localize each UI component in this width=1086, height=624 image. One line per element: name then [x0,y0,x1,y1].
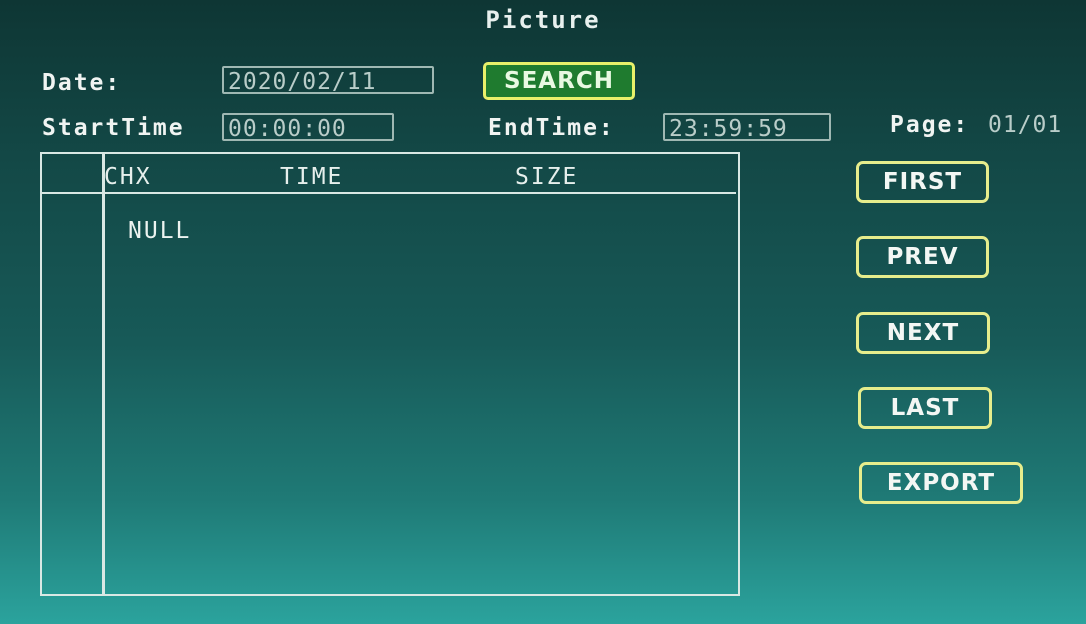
date-field[interactable]: 2020/02/11 [222,66,434,95]
table-column-divider [102,152,105,596]
page-title: Picture [485,6,601,34]
column-header-time: TIME [280,164,344,190]
end-time-field[interactable]: 23:59:59 [663,113,831,142]
prev-page-button[interactable]: PREV [856,236,989,278]
end-time-label: EndTime: [488,115,615,141]
next-page-button[interactable]: NEXT [856,312,990,354]
last-page-button[interactable]: LAST [858,387,992,429]
table-header-divider [40,192,736,194]
page-label: Page: [890,112,970,138]
start-time-field[interactable]: 00:00:00 [222,113,394,142]
first-page-button[interactable]: FIRST [856,161,989,203]
date-label: Date: [42,70,122,96]
column-header-size: SIZE [515,164,579,190]
search-button[interactable]: SEARCH [483,62,635,100]
picture-search-screen: Picture Date: 2020/02/11 SEARCH StartTim… [0,0,1086,624]
start-time-label: StartTime [42,115,185,141]
column-header-chx: CHX [104,164,152,190]
empty-results-text: NULL [128,218,192,244]
page-indicator: 01/01 [988,112,1063,138]
export-button[interactable]: EXPORT [859,462,1023,504]
